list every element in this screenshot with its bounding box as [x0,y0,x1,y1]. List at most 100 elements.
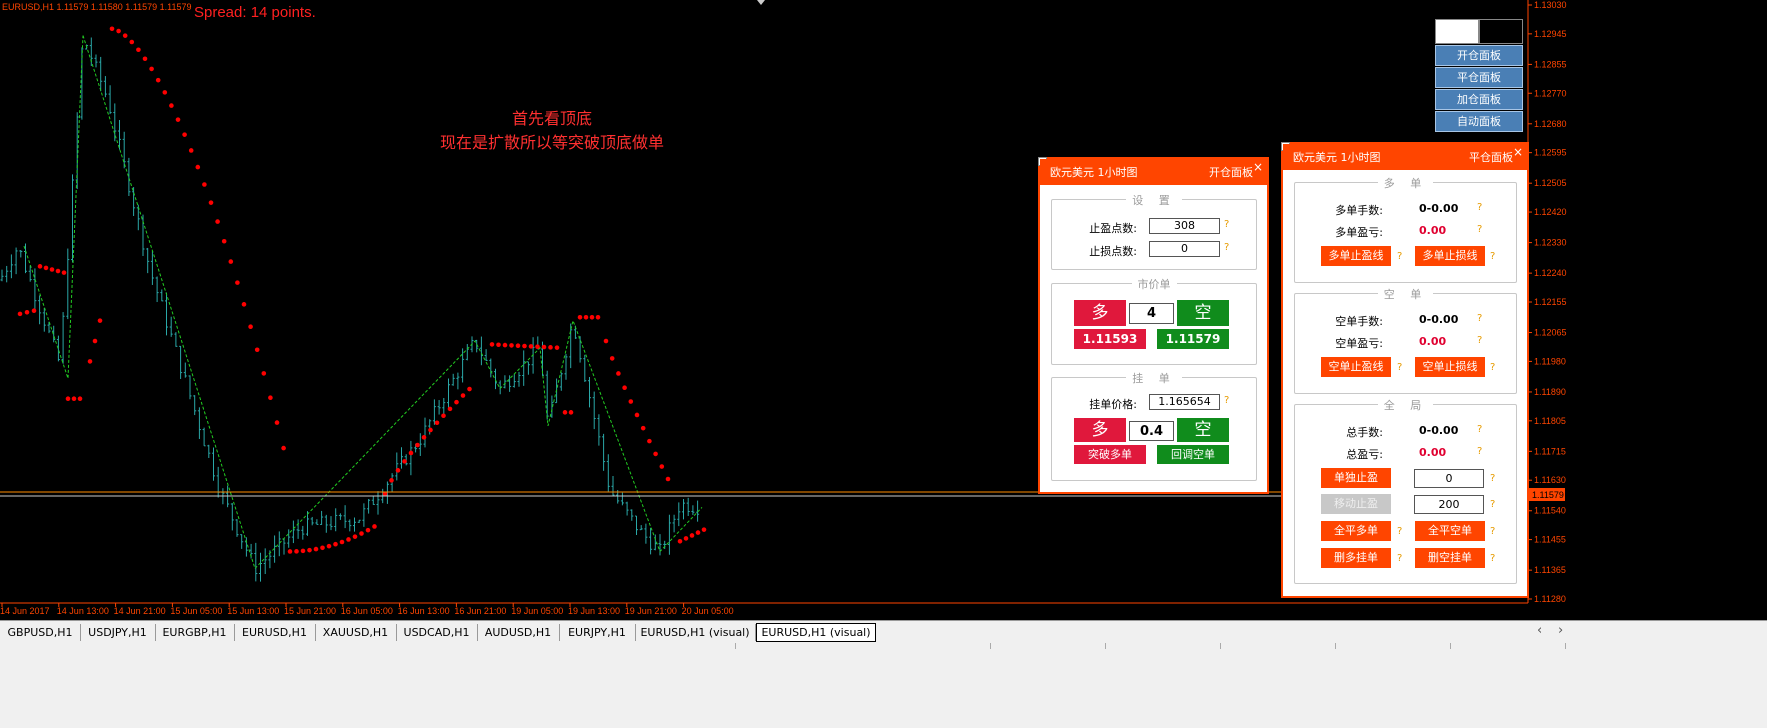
tab-eurusd[interactable]: EURUSD,H1 [234,624,316,641]
pending-buy-button[interactable]: 多 [1074,418,1126,442]
help-icon[interactable]: ? [1477,224,1482,235]
close-icon[interactable]: × [1253,160,1263,174]
sar-dot [415,442,420,448]
tab-eurgbp[interactable]: EURGBP,H1 [155,624,235,641]
help-icon[interactable]: ? [1490,251,1495,262]
price-axis: 1.13030 1.12945 1.12855 1.12770 1.12680 1.125… [1528,0,1567,604]
tab-audusd[interactable]: AUDUSD,H1 [477,624,560,641]
help-icon[interactable]: ? [1224,219,1229,230]
help-icon[interactable]: ? [1477,446,1482,457]
tab-usdjpy[interactable]: USDJPY,H1 [80,624,156,641]
help-icon[interactable]: ? [1224,242,1229,253]
nav-auto-panel-button[interactable]: 自动面板 [1435,111,1523,132]
sar-dot [215,219,220,224]
sar-dot [287,549,293,554]
sar-dot [628,399,634,404]
sl-points-input[interactable] [1149,241,1220,257]
sell-price-button[interactable]: 1.11579 [1157,329,1229,349]
sar-dot [421,435,427,440]
sar-dot [248,324,253,330]
help-icon[interactable]: ? [1397,553,1402,564]
long-sl-line-button[interactable]: 多单止损线 [1415,246,1485,266]
market-sell-button[interactable]: 空 [1177,300,1229,326]
tab-scroll-left-icon[interactable]: ‹ [1537,623,1542,638]
tab-xauusd[interactable]: XAUUSD,H1 [315,624,397,641]
pullback-sell-button[interactable]: 回调空单 [1157,445,1229,464]
help-icon[interactable]: ? [1490,499,1495,510]
short-tp-line-button[interactable]: 空单止盈线 [1321,357,1391,377]
nav-blank-box-2[interactable] [1479,19,1523,44]
nav-open-panel-button[interactable]: 开仓面板 [1435,45,1523,66]
market-lots-input[interactable] [1129,303,1174,324]
sar-dot [408,450,414,456]
market-buy-button[interactable]: 多 [1074,300,1126,326]
tab-usdcad[interactable]: USDCAD,H1 [396,624,478,641]
price-tick-label: 1.12065 [1534,328,1567,338]
help-icon[interactable]: ? [1490,553,1495,564]
sar-dot [300,548,306,554]
time-tick-label: 16 Jun 13:00 [398,606,450,616]
panel-header[interactable]: 欧元美元 1小时图 开仓面板 × [1040,159,1267,185]
tab-eurusd-visual[interactable]: EURUSD,H1 (visual) [635,624,756,641]
sar-dot [428,427,433,433]
help-icon[interactable]: ? [1224,395,1229,406]
delete-long-pending-button[interactable]: 删多挂单 [1321,548,1391,568]
sar-dot [274,420,280,425]
help-icon[interactable]: ? [1490,526,1495,537]
help-icon[interactable]: ? [1477,313,1482,324]
help-icon[interactable]: ? [1490,473,1495,484]
pending-lots-input[interactable] [1129,421,1174,441]
time-axis: 14 Jun 2017 14 Jun 13:00 14 Jun 21:00 15 Ju… [0,603,734,616]
pending-price-input[interactable] [1149,394,1220,410]
help-icon[interactable]: ? [1490,362,1495,373]
help-icon[interactable]: ? [1397,362,1402,373]
close-all-long-button[interactable]: 全平多单 [1321,521,1391,541]
sar-dot [653,451,658,457]
help-icon[interactable]: ? [1397,251,1402,262]
tab-eurusd-visual-active[interactable]: EURUSD,H1 (visual) [756,623,876,642]
sar-dot [31,308,37,314]
sar-dot [261,371,267,376]
nav-close-panel-button[interactable]: 平仓面板 [1435,67,1523,88]
tp-points-input[interactable] [1149,218,1220,234]
panel-header[interactable]: 欧元美元 1小时图 平仓面板 × [1283,144,1527,170]
breakout-buy-button[interactable]: 突破多单 [1074,445,1146,464]
sar-dot [665,476,671,482]
single-tp-input[interactable] [1414,469,1484,488]
close-all-short-button[interactable]: 全平空单 [1415,521,1485,541]
pending-sell-button[interactable]: 空 [1177,418,1229,442]
close-position-panel: 欧元美元 1小时图 平仓面板 × 多 单 多单手数: 0-0.00 ? 多单盈亏… [1281,142,1529,598]
sar-dot [402,459,407,464]
time-tick-label: 19 Jun 13:00 [568,606,620,616]
sar-dot [71,396,77,402]
sar-dot [268,395,273,401]
help-icon[interactable]: ? [1477,424,1482,435]
sar-dot [320,545,325,551]
sar-dot [294,549,299,554]
close-icon[interactable]: × [1513,145,1523,159]
tab-eurjpy[interactable]: EURJPY,H1 [559,624,636,641]
sar-dot [87,359,93,364]
sar-dot [659,464,665,469]
long-lots-value: 0-0.00 [1419,202,1459,215]
help-icon[interactable]: ? [1397,526,1402,537]
nav-blank-box-1[interactable] [1435,19,1479,44]
short-sl-line-button[interactable]: 空单止损线 [1415,357,1485,377]
single-tp-button[interactable]: 单独止盈 [1321,468,1391,488]
trailing-tp-button[interactable]: 移动止盈 [1321,494,1391,514]
sar-dot [24,309,30,315]
sar-dot [142,56,148,62]
tab-gbpusd[interactable]: GBPUSD,H1 [0,624,81,641]
long-tp-line-button[interactable]: 多单止盈线 [1321,246,1391,266]
tab-scroll-right-icon[interactable]: › [1558,623,1563,638]
delete-short-pending-button[interactable]: 删空挂单 [1415,548,1485,568]
sar-dot [683,536,689,541]
help-icon[interactable]: ? [1477,335,1482,346]
trailing-tp-input[interactable] [1414,495,1484,514]
nav-add-panel-button[interactable]: 加仓面板 [1435,89,1523,110]
buy-price-button[interactable]: 1.11593 [1074,329,1146,349]
sar-dot [221,238,227,244]
help-icon[interactable]: ? [1477,202,1482,213]
sar-dot [441,413,446,419]
sar-dot [228,259,234,264]
